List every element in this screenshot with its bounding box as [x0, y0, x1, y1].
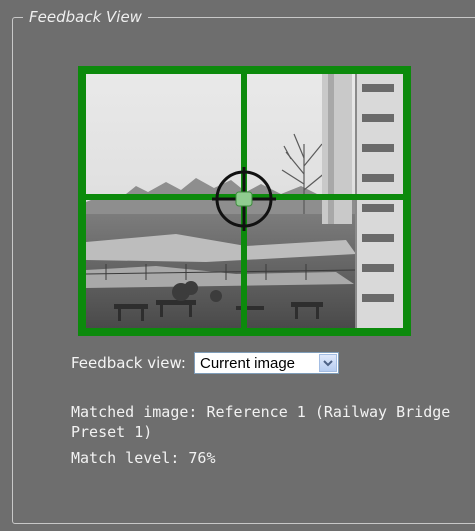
feedback-view-label: Feedback view:: [71, 354, 186, 372]
feedback-view-selected-value: Current image: [199, 354, 296, 372]
matched-image-line-1: Matched image: Reference 1 (Railway Brid…: [71, 403, 451, 421]
match-level-text: Match level: 76%: [71, 449, 216, 467]
feedback-view-select[interactable]: Current image: [193, 352, 339, 374]
feedback-view-row: Feedback view: Current image: [71, 351, 339, 375]
feedback-view-panel: Feedback View Feedback view: Current ima…: [0, 0, 475, 531]
matched-image-line-2: Preset 1): [71, 423, 153, 441]
camera-preview: [78, 66, 411, 336]
group-box-legend: Feedback View: [23, 8, 148, 26]
chevron-down-icon[interactable]: [318, 354, 337, 372]
crosshair-target-icon[interactable]: [212, 167, 276, 231]
